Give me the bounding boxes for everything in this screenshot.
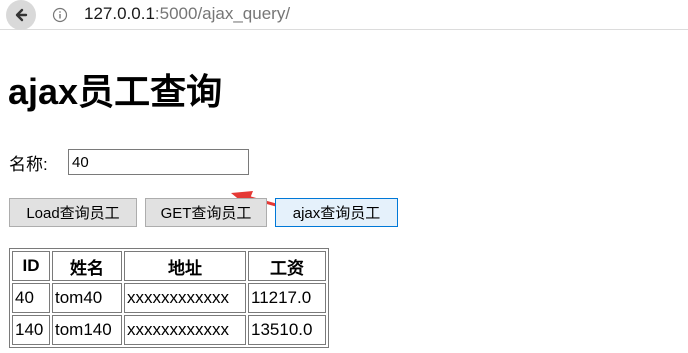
table-row: 40 tom40 xxxxxxxxxxxx 11217.0 <box>12 283 326 313</box>
cell-name: tom40 <box>52 283 122 313</box>
name-label: 名称: <box>9 154 48 174</box>
url-path: :5000/ajax_query/ <box>154 4 291 23</box>
employee-table: ID 姓名 地址 工资 40 tom40 xxxxxxxxxxxx 11217.… <box>9 248 329 348</box>
header-salary: 工资 <box>248 251 326 281</box>
load-query-button[interactable]: Load查询员工 <box>9 198 137 227</box>
cell-name: tom140 <box>52 315 122 345</box>
header-name: 姓名 <box>52 251 122 281</box>
header-id: ID <box>12 251 50 281</box>
cell-salary: 13510.0 <box>248 315 326 345</box>
url-host: 127.0.0.1 <box>84 4 155 23</box>
cell-address: xxxxxxxxxxxx <box>124 283 246 313</box>
cell-salary: 11217.0 <box>248 283 326 313</box>
browser-toolbar: 127.0.0.1:5000/ajax_query/ <box>0 0 688 30</box>
table-header-row: ID 姓名 地址 工资 <box>12 251 326 281</box>
header-address: 地址 <box>124 251 246 281</box>
info-circle-icon[interactable] <box>51 6 69 24</box>
ajax-query-button[interactable]: ajax查询员工 <box>275 198 398 227</box>
page-title: ajax员工查询 <box>8 71 223 112</box>
arrow-left-icon <box>15 8 28 22</box>
cell-address: xxxxxxxxxxxx <box>124 315 246 345</box>
page-content: ajax员工查询 名称: Load查询员工 GET查询员工 ajax查询员工 I… <box>0 30 688 353</box>
name-input[interactable] <box>68 149 249 175</box>
back-button[interactable] <box>6 0 36 30</box>
address-bar[interactable]: 127.0.0.1:5000/ajax_query/ <box>84 3 290 25</box>
get-query-button[interactable]: GET查询员工 <box>145 198 267 227</box>
cell-id: 140 <box>12 315 50 345</box>
cell-id: 40 <box>12 283 50 313</box>
table-row: 140 tom140 xxxxxxxxxxxx 13510.0 <box>12 315 326 345</box>
